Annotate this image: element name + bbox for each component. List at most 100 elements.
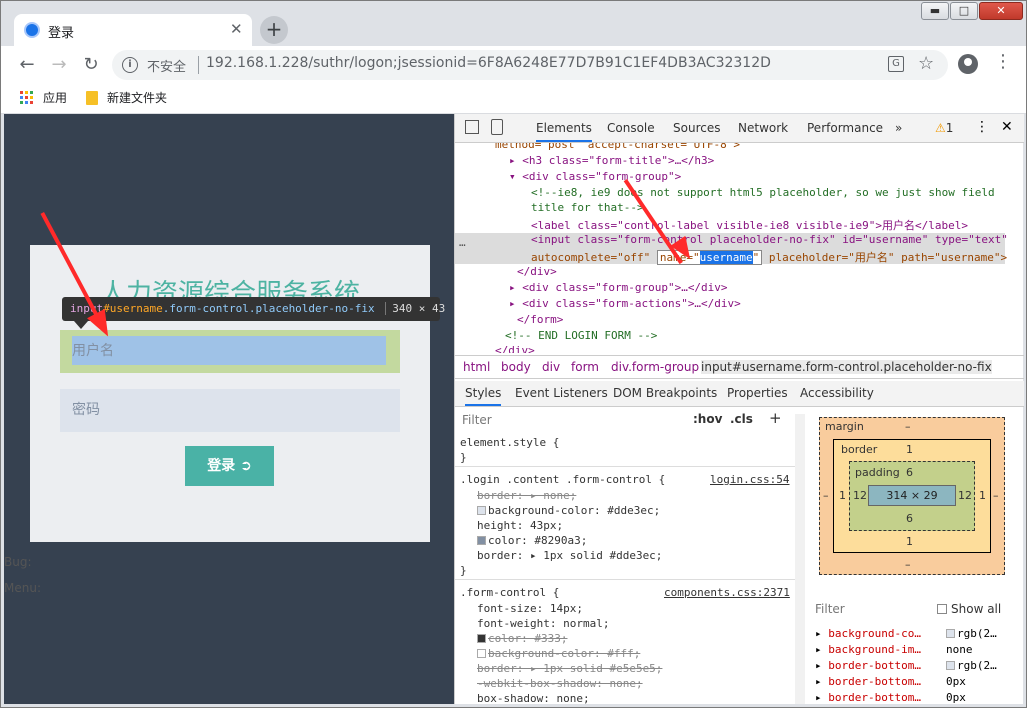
margin-top-value[interactable]: – <box>905 420 911 433</box>
source-link[interactable]: login.css:54 <box>710 473 789 486</box>
tab-sources[interactable]: Sources <box>673 121 720 135</box>
padding-left-value[interactable]: 12 <box>853 489 867 502</box>
style-prop[interactable]: font-weight: normal; <box>477 617 609 630</box>
password-input[interactable]: 密码 <box>60 389 400 432</box>
styles-filter[interactable]: Filter :hov .cls + <box>457 409 797 431</box>
inspect-element-icon[interactable] <box>465 120 479 134</box>
minimize-button[interactable]: ▬ <box>921 2 949 20</box>
more-tabs-button[interactable]: » <box>895 121 902 135</box>
style-prop[interactable]: background-color: #dde3ec; <box>477 504 660 517</box>
bookmark-folder[interactable]: 新建文件夹 <box>107 89 167 106</box>
style-prop[interactable]: border: ▸ 1px solid #dde3ec; <box>477 549 662 562</box>
breadcrumb-html[interactable]: html <box>463 360 490 374</box>
dom-line-selected[interactable]: autocomplete="off" name="username" place… <box>531 249 1007 265</box>
tab-accessibility[interactable]: Accessibility <box>800 386 874 400</box>
rule-selector[interactable]: .form-control { <box>460 586 559 599</box>
browser-tab[interactable]: 登录 ✕ <box>14 14 252 46</box>
style-prop[interactable]: height: 43px; <box>477 519 563 532</box>
show-all-checkbox[interactable]: Show all <box>937 602 1001 616</box>
dom-line[interactable]: </form> <box>517 313 563 326</box>
breadcrumb-form-group[interactable]: div.form-group <box>611 360 699 374</box>
breadcrumb-input[interactable]: input#username.form-control.placeholder-… <box>701 360 992 374</box>
computed-row[interactable]: ▸ background-im… none <box>815 643 973 656</box>
close-tab-icon[interactable]: ✕ <box>230 20 243 38</box>
padding-right-value[interactable]: 12 <box>958 489 972 502</box>
tab-performance[interactable]: Performance <box>807 121 883 135</box>
name-attribute-value[interactable]: username <box>699 251 753 264</box>
margin-left-value[interactable]: – <box>823 489 829 502</box>
checkbox-icon[interactable] <box>937 604 947 614</box>
bookmark-star-icon[interactable]: ☆ <box>918 53 934 74</box>
styles-scrollbar[interactable] <box>795 414 805 704</box>
computed-filter-input[interactable]: Filter <box>815 602 845 616</box>
info-icon[interactable]: i <box>122 57 138 73</box>
computed-row[interactable]: ▸ border-bottom… rgb(2… <box>815 659 997 672</box>
border-top-value[interactable]: 1 <box>906 443 913 456</box>
border-left-value[interactable]: 1 <box>839 489 846 502</box>
breadcrumb-div[interactable]: div <box>542 360 560 374</box>
color-swatch[interactable] <box>477 649 486 658</box>
styles-filter-input[interactable]: Filter <box>462 413 492 427</box>
style-prop[interactable]: -webkit-box-shadow: none; <box>477 677 643 690</box>
tab-styles[interactable]: Styles <box>465 386 502 406</box>
style-prop[interactable]: color: #333; <box>477 632 567 645</box>
dom-comment[interactable]: <!-- END LOGIN FORM --> <box>505 329 657 342</box>
address-bar[interactable]: i 不安全 192.168.1.228/suthr/logon;jsession… <box>112 50 948 80</box>
border-bottom-value[interactable]: 1 <box>906 535 913 548</box>
window-close-button[interactable]: ✕ <box>979 2 1023 20</box>
style-prop[interactable]: border: ▸ none; <box>477 489 576 502</box>
computed-row[interactable]: ▸ border-bottom… 0px <box>815 691 966 704</box>
color-swatch[interactable] <box>477 536 486 545</box>
content-box[interactable]: 314 × 29 <box>868 485 956 506</box>
tab-dom-breakpoints[interactable]: DOM Breakpoints <box>613 386 717 400</box>
dom-line[interactable]: ▸ <h3 class="form-title">…</h3> <box>509 154 714 167</box>
username-input[interactable]: 用户名 <box>72 336 386 365</box>
dom-comment[interactable]: <!--ie8, ie9 does not support html5 plac… <box>531 186 995 199</box>
browser-menu-icon[interactable]: ⋮ <box>994 51 1012 72</box>
profile-icon[interactable] <box>958 54 978 74</box>
reload-button[interactable]: ↻ <box>78 52 104 78</box>
maximize-button[interactable]: □ <box>950 2 978 20</box>
style-prop[interactable]: font-size: 14px; <box>477 602 583 615</box>
style-prop[interactable]: color: #8290a3; <box>477 534 587 547</box>
class-toggle[interactable]: .cls <box>730 412 753 426</box>
tab-network[interactable]: Network <box>738 121 788 135</box>
computed-row[interactable]: ▸ border-bottom… 0px <box>815 675 966 688</box>
padding-bottom-value[interactable]: 6 <box>906 512 913 525</box>
forward-button[interactable]: → <box>46 52 72 78</box>
dom-line[interactable]: ▸ <div class="form-group">…</div> <box>509 281 728 294</box>
rule-selector[interactable]: .login .content .form-control { <box>460 473 665 486</box>
bookmark-apps[interactable]: 应用 <box>43 89 67 106</box>
tab-elements[interactable]: Elements <box>536 121 592 142</box>
close-devtools-icon[interactable]: ✕ <box>1001 119 1013 135</box>
dom-line[interactable]: <label class="control-label visible-ie8 … <box>531 217 968 233</box>
color-swatch[interactable] <box>477 506 486 515</box>
color-swatch[interactable] <box>477 634 486 643</box>
new-tab-button[interactable]: + <box>260 16 288 44</box>
dom-line[interactable]: method="post" accept-charset="UTF-8"> <box>495 143 740 151</box>
back-button[interactable]: ← <box>14 52 40 78</box>
computed-row[interactable]: ▸ background-co… rgb(2… <box>815 627 997 640</box>
dom-line[interactable]: </div> <box>517 265 557 278</box>
source-link[interactable]: components.css:2371 <box>664 586 790 599</box>
style-prop[interactable]: border: ▸ 1px solid #e5e5e5; <box>477 662 662 675</box>
url-text[interactable]: 192.168.1.228/suthr/logon;jsessionid=6F8… <box>206 55 771 71</box>
new-rule-button[interactable]: + <box>769 409 782 427</box>
tab-properties[interactable]: Properties <box>727 386 788 400</box>
breadcrumb-body[interactable]: body <box>501 360 531 374</box>
hover-state-toggle[interactable]: :hov <box>693 412 722 426</box>
tab-event-listeners[interactable]: Event Listeners <box>515 386 608 400</box>
device-toolbar-icon[interactable] <box>491 119 503 135</box>
warning-badge[interactable]: ⚠1 <box>935 121 953 135</box>
apps-grid-icon[interactable] <box>20 91 34 105</box>
node-ellipsis[interactable]: … <box>459 236 466 249</box>
breadcrumb-form[interactable]: form <box>571 360 599 374</box>
login-button[interactable]: 登录 ➲ <box>185 446 274 486</box>
margin-right-value[interactable]: – <box>993 489 999 502</box>
dom-line[interactable]: ▾ <div class="form-group"> <box>509 170 681 183</box>
dom-line[interactable]: ▸ <div class="form-actions">…</div> <box>509 297 741 310</box>
style-prop[interactable]: background-color: #fff; <box>477 647 640 660</box>
border-right-value[interactable]: 1 <box>979 489 986 502</box>
dom-line-selected[interactable]: <input class="form-control placeholder-n… <box>531 233 1008 246</box>
rule-selector[interactable]: element.style { <box>460 436 559 449</box>
